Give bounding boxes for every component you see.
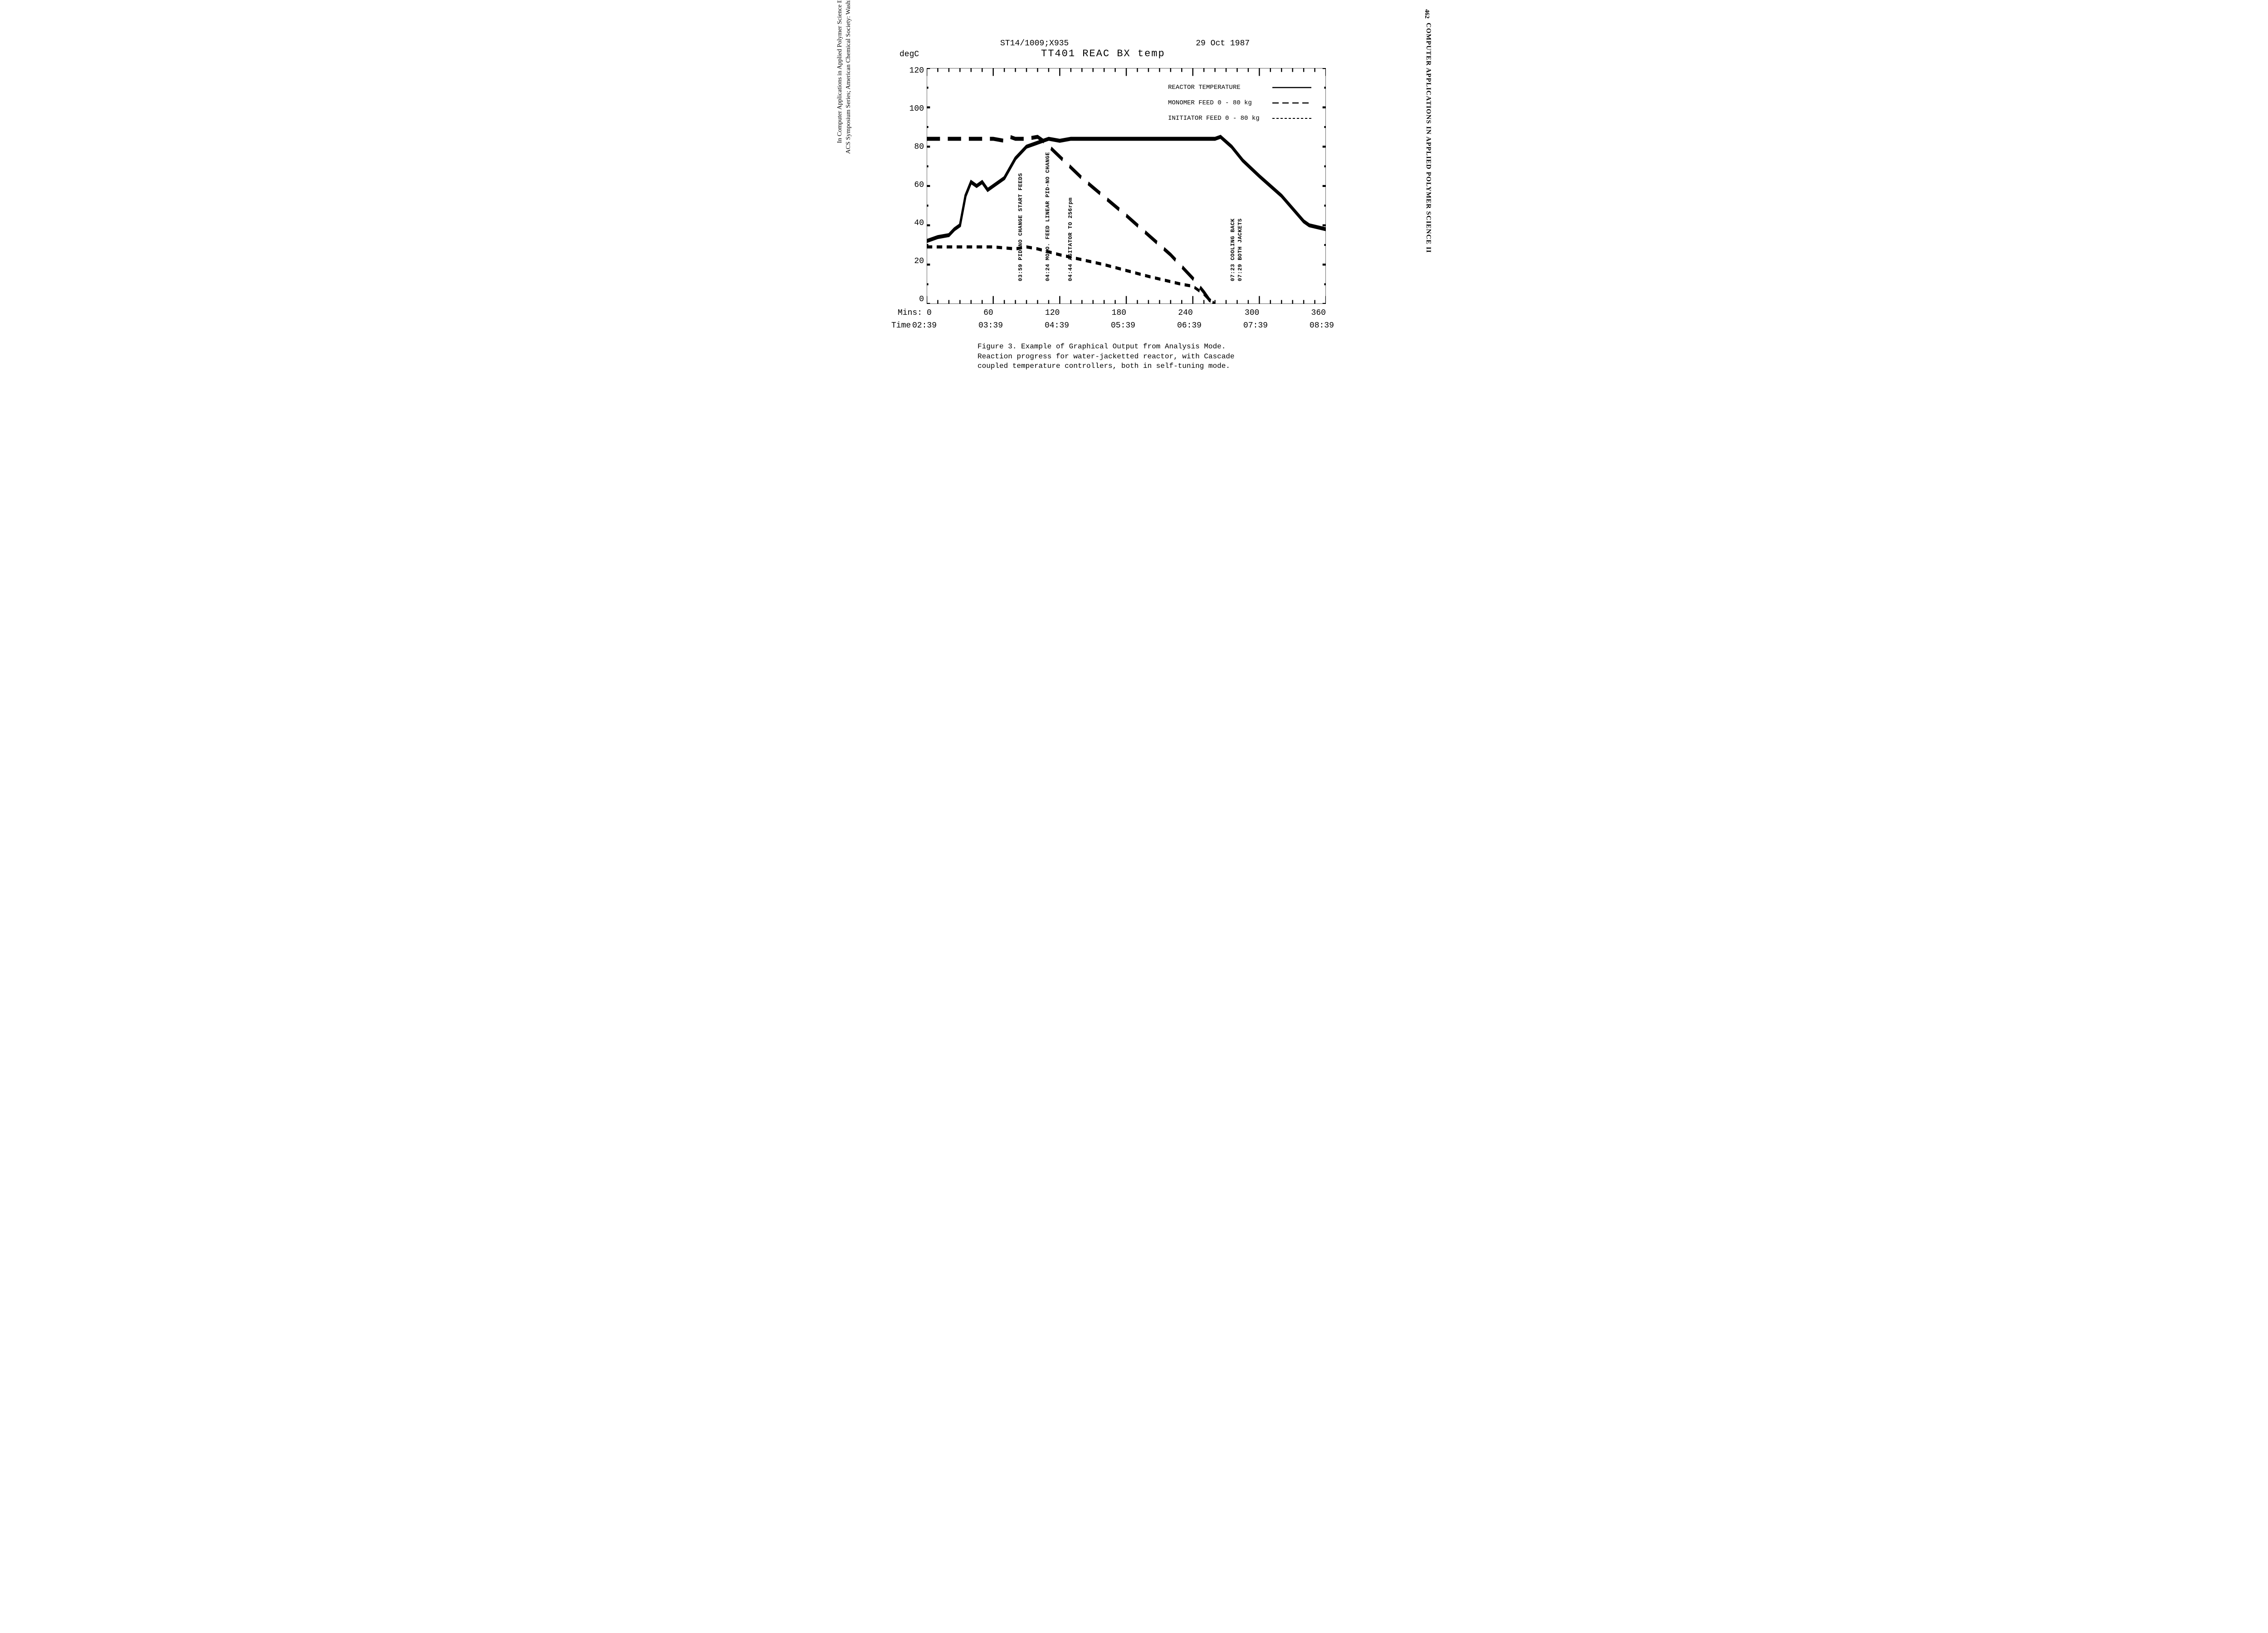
x-axis-label-time: Time — [891, 321, 911, 330]
y-tick-labels: 0 20 40 60 80 100 120 — [904, 66, 924, 304]
x-tick-labels-mins: 0 60 120 180 240 300 360 — [927, 308, 1326, 318]
page-number: 462 — [1423, 9, 1430, 19]
x-tick: 360 — [1311, 308, 1326, 318]
y-tick: 120 — [904, 66, 924, 75]
event-label: 03:59 PID NO CHANGE START FEEDS — [1017, 173, 1024, 281]
event-label: 04:44 AGITATOR TO 256rpm — [1067, 197, 1074, 281]
y-tick: 100 — [904, 104, 924, 113]
legend: REACTOR TEMPERATURE MONOMER FEED 0 - 80 … — [1168, 80, 1311, 126]
y-tick: 40 — [904, 219, 924, 228]
event-label: 04:24 MONO. FEED LINEAR PID-NO CHANGE — [1045, 152, 1051, 281]
legend-item: REACTOR TEMPERATURE — [1168, 80, 1311, 95]
x-tick: 0 — [927, 308, 932, 318]
citation-block: In Computer Applications in Applied Poly… — [836, 0, 853, 172]
x-axis-label-mins: Mins: — [898, 308, 922, 318]
legend-label: REACTOR TEMPERATURE — [1168, 84, 1272, 91]
y-tick: 60 — [904, 181, 924, 190]
citation-line: ACS Symposium Series; American Chemical … — [845, 0, 852, 154]
chart-title: TT401 REAC BX temp — [1041, 48, 1327, 59]
caption-line: Figure 3. Example of Graphical Output fr… — [978, 342, 1226, 351]
event-label: 07:23 COOLING BACK — [1230, 218, 1236, 281]
legend-label: INITIATOR FEED 0 - 80 kg — [1168, 115, 1272, 122]
y-tick: 80 — [904, 142, 924, 152]
x-tick-time: 04:39 — [1045, 321, 1069, 330]
x-tick: 240 — [1178, 308, 1193, 318]
series-reactor-temp — [927, 137, 1326, 241]
x-tick-time: 07:39 — [1243, 321, 1268, 330]
legend-item: INITIATOR FEED 0 - 80 kg — [1168, 111, 1311, 126]
y-axis-label: degC — [899, 50, 919, 59]
y-tick: 20 — [904, 257, 924, 266]
running-head: COMPUTER APPLICATIONS IN APPLIED POLYMER… — [1424, 23, 1432, 253]
legend-swatch-dotted — [1272, 115, 1311, 122]
citation-line: In Computer Applications in Applied Poly… — [836, 0, 843, 143]
run-date: 29 Oct 1987 — [1196, 39, 1250, 48]
x-tick: 120 — [1045, 308, 1060, 318]
caption-line: coupled temperature controllers, both in… — [978, 362, 1230, 370]
x-tick: 180 — [1112, 308, 1126, 318]
x-tick-time: 05:39 — [1111, 321, 1135, 330]
caption-line: Reaction progress for water-jacketted re… — [978, 352, 1235, 361]
chart-header: ST14/1009;X935 29 Oct 1987 TT401 REAC BX… — [928, 39, 1327, 59]
y-tick: 0 — [904, 295, 924, 304]
x-tick: 300 — [1245, 308, 1259, 318]
x-tick-time: 03:39 — [978, 321, 1003, 330]
x-tick-time: 08:39 — [1310, 321, 1334, 330]
figure-caption: Figure 3. Example of Graphical Output fr… — [978, 342, 1259, 372]
x-tick: 60 — [983, 308, 993, 318]
page: 462 COMPUTER APPLICATIONS IN APPLIED POL… — [828, 0, 1440, 408]
x-tick-time: 06:39 — [1177, 321, 1202, 330]
legend-swatch-dashed — [1272, 100, 1311, 106]
x-tick-time: 02:39 — [912, 321, 937, 330]
legend-label: MONOMER FEED 0 - 80 kg — [1168, 99, 1272, 107]
legend-swatch-solid — [1272, 84, 1311, 91]
run-id: ST14/1009;X935 — [1000, 39, 1069, 48]
x-tick-labels-time: 02:39 03:39 04:39 05:39 06:39 07:39 08:3… — [912, 321, 1334, 330]
event-label: 07:29 BOTH JACKETS — [1237, 218, 1243, 281]
legend-item: MONOMER FEED 0 - 80 kg — [1168, 95, 1311, 111]
